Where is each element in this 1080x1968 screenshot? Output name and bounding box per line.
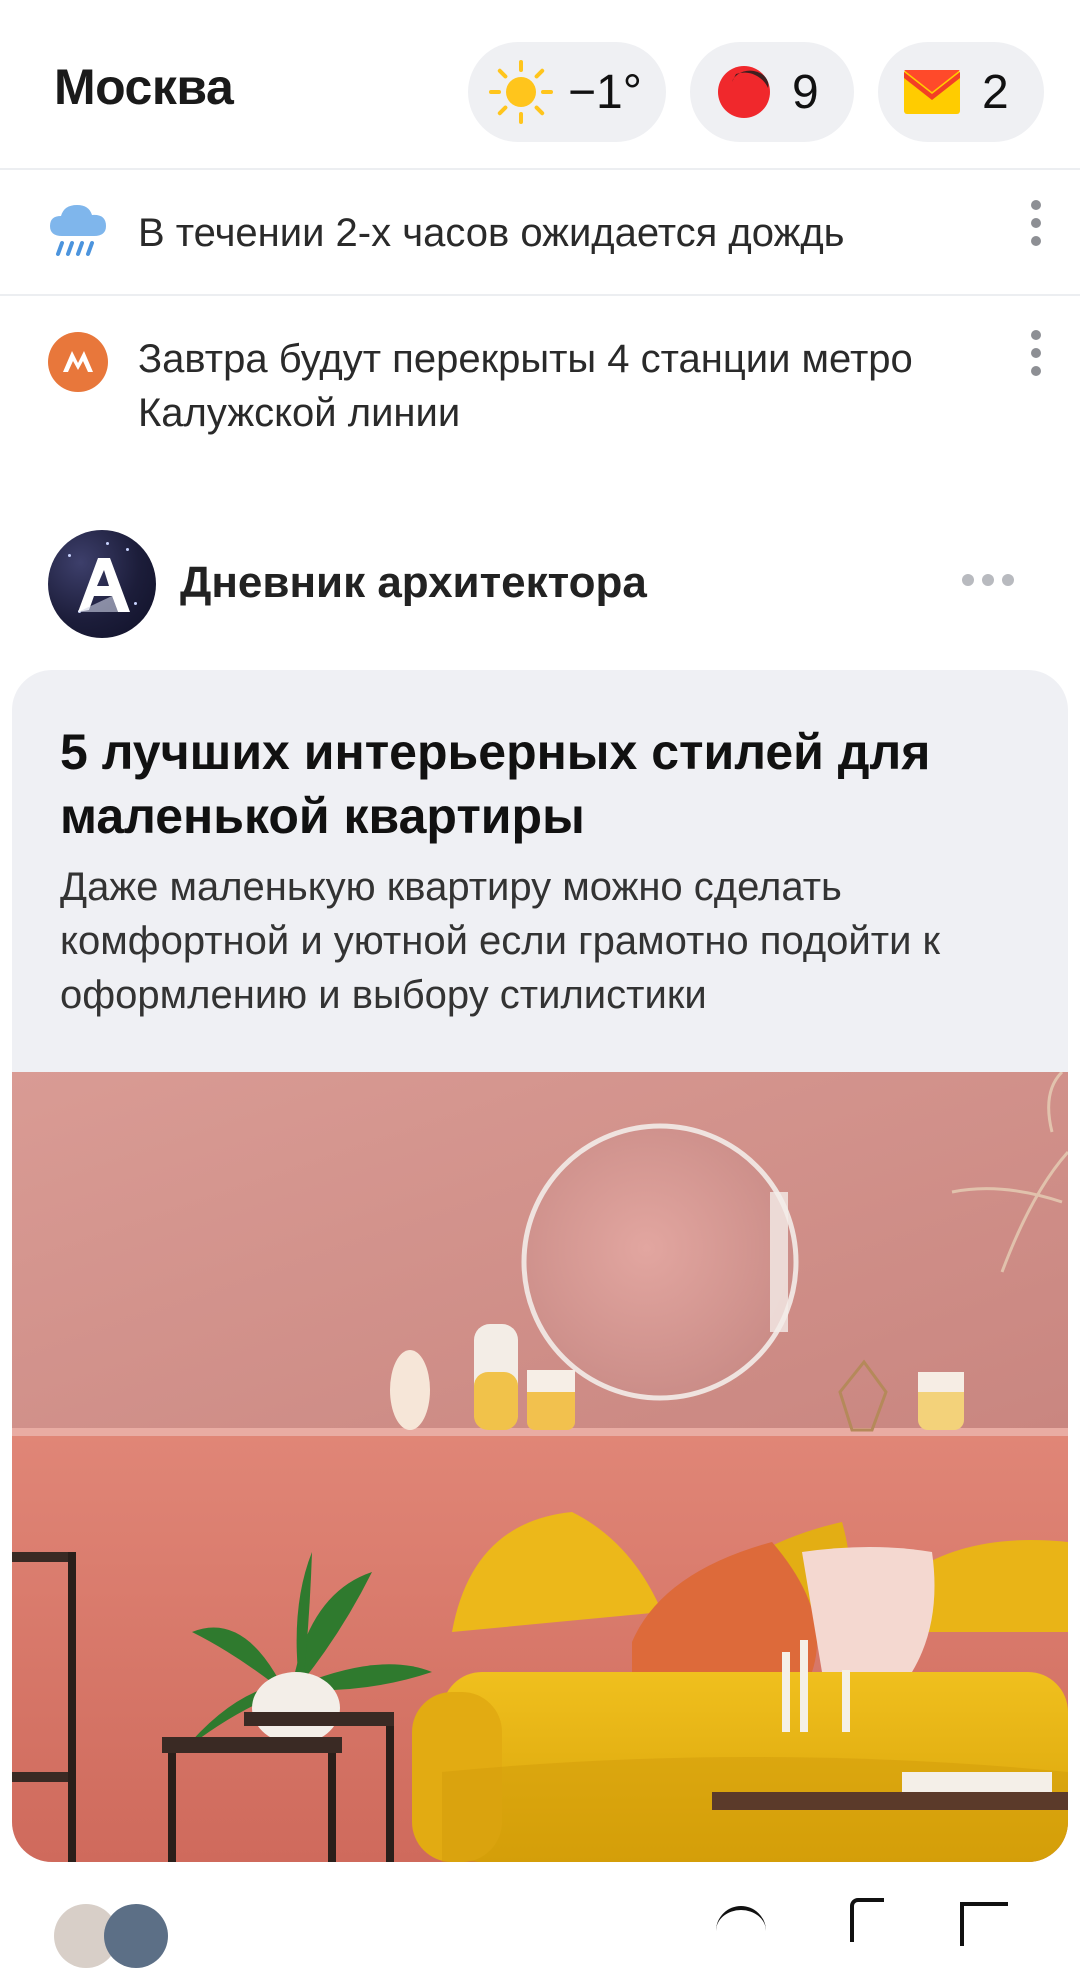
article-title: 5 лучших интерьерных стилей для маленько… — [60, 724, 931, 844]
metro-icon — [48, 332, 108, 397]
top-bar: Москва −1° 9 2 — [0, 0, 1080, 170]
mail-widget[interactable]: 2 — [878, 42, 1044, 142]
comment-icon[interactable] — [960, 1902, 1008, 1946]
article-card[interactable]: 5 лучших интерьерных стилей для маленько… — [12, 670, 1068, 1862]
mail-icon — [904, 70, 960, 114]
city-name[interactable]: Москва — [54, 58, 234, 116]
traffic-score: 9 — [792, 65, 819, 119]
avatar — [104, 1904, 168, 1968]
notice-text: Завтра будут перекрыты 4 станции метро К… — [138, 337, 913, 435]
weather-notice[interactable]: В течении 2-х часов ожидается дождь — [0, 170, 1080, 296]
more-menu-icon[interactable] — [1026, 330, 1046, 384]
more-menu-icon[interactable] — [1026, 200, 1046, 254]
traffic-widget[interactable]: 9 — [690, 42, 854, 142]
notice-text: В течении 2-х часов ожидается дождь — [138, 211, 845, 255]
mail-count: 2 — [982, 65, 1009, 119]
channel-name[interactable]: Дневник архитектора — [180, 558, 647, 608]
like-icon[interactable] — [850, 1898, 884, 1942]
sun-icon — [488, 59, 554, 125]
metro-notice[interactable]: Завтра будут перекрыты 4 станции метро К… — [0, 296, 1080, 476]
traffic-light-icon — [716, 64, 772, 120]
article-description: Даже маленькую квартиру можно сделать ко… — [60, 865, 941, 1017]
more-horizontal-icon[interactable] — [962, 574, 1014, 586]
channel-avatar[interactable] — [48, 530, 156, 638]
share-icon[interactable] — [716, 1906, 766, 1940]
weather-widget[interactable]: −1° — [468, 42, 666, 142]
rain-cloud-icon — [48, 202, 108, 263]
article-image — [12, 1070, 1068, 1862]
card-footer-peek — [0, 1880, 1080, 1968]
temperature-value: −1° — [568, 65, 642, 119]
channel-header: Дневник архитектора — [0, 530, 1080, 640]
